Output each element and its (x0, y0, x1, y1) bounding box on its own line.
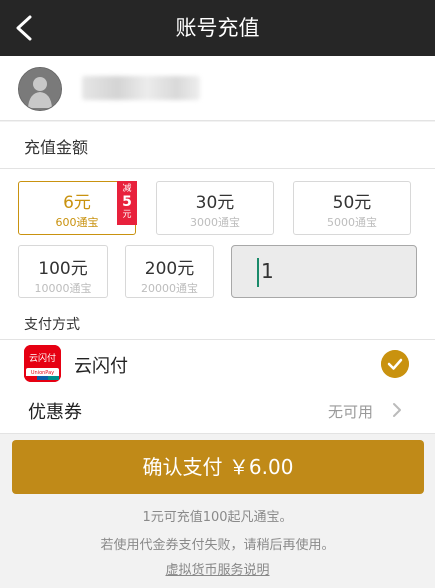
custom-amount-input[interactable]: 1 (231, 245, 417, 298)
confirm-pay-button[interactable]: 确认支付 ￥6.00 (12, 440, 424, 494)
warning-note: 若使用代金券支付失败，请稍后再使用。 (100, 538, 335, 553)
chevron-right-icon (393, 403, 401, 417)
amount-option-30[interactable]: 30元 3000通宝 (156, 181, 274, 235)
avatar (18, 67, 62, 111)
coupon-value: 无可用 (327, 403, 373, 421)
amount-option-200[interactable]: 200元 20000通宝 (125, 245, 214, 298)
virtual-currency-info-link[interactable]: 虚拟货币服务说明 (165, 563, 269, 578)
text-cursor (257, 258, 259, 287)
page-title: 账号充值 (175, 16, 260, 40)
coupon-label: 优惠券 (28, 402, 82, 423)
payment-method-row[interactable]: 云闪付 UnionPay 云闪付 (0, 339, 435, 388)
option-yuan: 100元 (38, 259, 88, 279)
service-link-wrap: 虚拟货币服务说明 (0, 559, 435, 578)
discount-badge: 减 5 元 (117, 181, 137, 225)
user-info-row (0, 56, 435, 121)
unionpay-icon: 云闪付 UnionPay (24, 345, 61, 382)
svg-text:UnionPay: UnionPay (31, 370, 54, 376)
option-yuan: 50元 (332, 193, 372, 213)
payment-method-name: 云闪付 (74, 356, 128, 377)
payment-section-header: 支付方式 (0, 306, 435, 339)
amount-option-6[interactable]: 6元 600通宝 减 5 元 (18, 181, 137, 235)
coupon-row[interactable]: 优惠券 无可用 (0, 387, 435, 434)
option-yuan: 30元 (195, 193, 235, 213)
option-coins: 20000通宝 (141, 282, 198, 295)
payment-label: 支付方式 (24, 317, 80, 333)
amount-section-header: 充值金额 (0, 122, 435, 169)
amount-option-50[interactable]: 50元 5000通宝 (293, 181, 411, 235)
username-blurred (82, 76, 200, 100)
option-yuan: 200元 (144, 259, 195, 279)
amount-label: 充值金额 (24, 138, 89, 157)
user-avatar-icon (19, 68, 61, 110)
option-coins: 3000通宝 (190, 216, 240, 229)
rate-note: 1元可充值100起凡通宝。 (142, 510, 293, 525)
custom-amount-value: 1 (261, 259, 274, 283)
svg-text:云闪付: 云闪付 (29, 353, 56, 364)
option-coins: 10000通宝 (34, 282, 92, 295)
amount-options-grid: 6元 600通宝 减 5 元 30元 3000通宝 50元 5000通宝 100… (0, 169, 435, 306)
option-coins: 5000通宝 (327, 216, 377, 229)
checkmark-icon (381, 350, 409, 378)
top-bar: 账号充值 (0, 0, 435, 56)
amount-option-100[interactable]: 100元 10000通宝 (18, 245, 108, 298)
